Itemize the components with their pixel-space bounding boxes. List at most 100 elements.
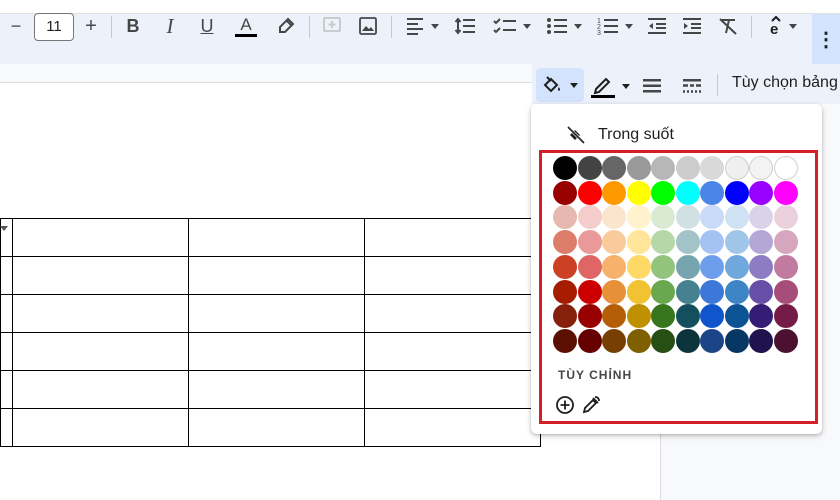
color-swatch[interactable] <box>651 328 675 353</box>
color-swatch[interactable] <box>700 180 724 205</box>
color-swatch[interactable] <box>773 205 798 230</box>
color-swatch[interactable] <box>602 304 626 329</box>
color-swatch[interactable] <box>626 230 651 255</box>
table-cell[interactable] <box>188 370 365 409</box>
color-swatch[interactable] <box>577 304 602 329</box>
table-cell[interactable] <box>188 256 365 295</box>
table-cell[interactable] <box>12 256 189 295</box>
table-cell[interactable] <box>12 408 189 447</box>
color-swatch[interactable] <box>724 205 749 230</box>
color-swatch[interactable] <box>651 230 675 255</box>
color-swatch[interactable] <box>724 279 749 304</box>
italic-button[interactable]: I <box>159 12 181 40</box>
text-color-button[interactable]: A <box>233 12 259 40</box>
cell-fill-color-button[interactable] <box>536 68 584 102</box>
color-swatch[interactable] <box>553 230 577 255</box>
color-swatch[interactable] <box>626 254 651 279</box>
color-swatch[interactable] <box>651 180 675 205</box>
color-swatch[interactable] <box>675 180 700 205</box>
color-swatch[interactable] <box>749 304 773 329</box>
color-swatch[interactable] <box>749 156 773 180</box>
add-custom-color-button[interactable] <box>555 395 575 420</box>
table-cell[interactable] <box>12 294 189 333</box>
checklist-button[interactable] <box>490 12 534 40</box>
color-swatch[interactable] <box>602 230 626 255</box>
bulleted-list-button[interactable] <box>543 12 585 40</box>
border-color-button[interactable] <box>590 70 632 102</box>
color-swatch[interactable] <box>577 156 602 180</box>
color-swatch[interactable] <box>773 230 798 255</box>
color-swatch[interactable] <box>602 156 626 180</box>
table-cell[interactable] <box>188 408 365 447</box>
table-cell[interactable] <box>364 408 541 447</box>
table-cell[interactable] <box>0 294 13 333</box>
color-swatch[interactable] <box>675 254 700 279</box>
color-swatch[interactable] <box>553 180 577 205</box>
decrease-indent-button[interactable] <box>645 12 669 40</box>
table-cell[interactable] <box>12 332 189 371</box>
align-button[interactable] <box>402 12 442 40</box>
table-cell[interactable] <box>364 370 541 409</box>
border-width-button[interactable] <box>642 70 664 102</box>
color-swatch[interactable] <box>602 279 626 304</box>
doc-table[interactable] <box>0 218 541 447</box>
color-swatch[interactable] <box>700 279 724 304</box>
table-cell[interactable] <box>364 332 541 371</box>
color-swatch[interactable] <box>553 254 577 279</box>
table-cell[interactable] <box>364 218 541 257</box>
underline-button[interactable]: U <box>196 12 218 40</box>
color-swatch[interactable] <box>602 180 626 205</box>
table-cell[interactable] <box>0 370 13 409</box>
color-swatch[interactable] <box>724 180 749 205</box>
decrease-font-size-button[interactable]: − <box>6 12 26 40</box>
color-swatch[interactable] <box>773 156 798 180</box>
transparent-option[interactable]: Trong suốt <box>566 124 674 146</box>
color-swatch[interactable] <box>626 156 651 180</box>
color-swatch[interactable] <box>577 254 602 279</box>
color-swatch[interactable] <box>749 279 773 304</box>
color-swatch[interactable] <box>700 156 724 180</box>
highlight-color-button[interactable] <box>274 12 298 40</box>
input-tools-button[interactable]: e <box>762 12 804 40</box>
color-swatch[interactable] <box>749 180 773 205</box>
color-swatch[interactable] <box>553 304 577 329</box>
color-swatch[interactable] <box>651 279 675 304</box>
color-swatch[interactable] <box>700 230 724 255</box>
table-cell[interactable] <box>0 408 13 447</box>
color-swatch[interactable] <box>724 230 749 255</box>
color-swatch[interactable] <box>675 230 700 255</box>
color-swatch[interactable] <box>626 304 651 329</box>
color-swatch[interactable] <box>626 279 651 304</box>
color-swatch[interactable] <box>700 328 724 353</box>
color-swatch[interactable] <box>577 180 602 205</box>
color-swatch[interactable] <box>675 304 700 329</box>
color-swatch[interactable] <box>749 328 773 353</box>
color-swatch[interactable] <box>577 279 602 304</box>
color-swatch[interactable] <box>749 254 773 279</box>
font-size-input[interactable]: 11 <box>34 13 74 41</box>
color-swatch[interactable] <box>577 230 602 255</box>
color-swatch[interactable] <box>700 254 724 279</box>
color-swatch[interactable] <box>773 180 798 205</box>
bold-button[interactable]: B <box>122 12 144 40</box>
table-options-button[interactable]: Tùy chọn bảng <box>732 74 838 92</box>
line-spacing-button[interactable] <box>453 12 477 40</box>
clear-formatting-button[interactable] <box>716 12 740 40</box>
color-swatch[interactable] <box>724 156 749 180</box>
color-swatch[interactable] <box>700 304 724 329</box>
table-cell[interactable] <box>364 256 541 295</box>
color-swatch[interactable] <box>675 328 700 353</box>
color-swatch[interactable] <box>553 279 577 304</box>
color-swatch[interactable] <box>724 328 749 353</box>
color-swatch[interactable] <box>577 205 602 230</box>
color-swatch[interactable] <box>577 328 602 353</box>
color-swatch[interactable] <box>651 254 675 279</box>
color-swatch[interactable] <box>651 304 675 329</box>
table-cell[interactable] <box>12 218 189 257</box>
color-swatch[interactable] <box>749 230 773 255</box>
insert-image-button[interactable] <box>356 12 380 40</box>
more-options-button[interactable]: ⋮ <box>812 14 840 64</box>
table-cell[interactable] <box>0 256 13 295</box>
color-swatch[interactable] <box>626 328 651 353</box>
color-swatch[interactable] <box>602 254 626 279</box>
